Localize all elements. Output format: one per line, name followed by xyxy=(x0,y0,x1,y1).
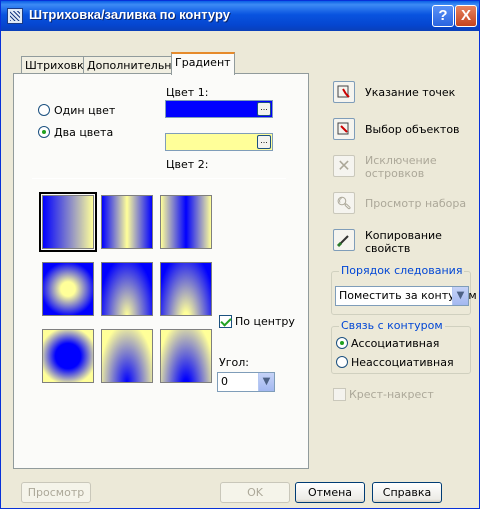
gradient-hemispherical-pattern[interactable] xyxy=(101,262,153,316)
angle-select[interactable]: 0 ▼ xyxy=(217,372,275,392)
divider xyxy=(32,178,286,179)
remove-islands-button[interactable]: ✕ xyxy=(333,155,355,177)
color2-label: Цвет 2: xyxy=(166,158,209,171)
angle-label: Угол: xyxy=(219,356,249,369)
gradient-invcurved-pattern[interactable] xyxy=(160,329,212,383)
tab-gradient[interactable]: Градиент xyxy=(171,52,235,75)
gradient-spherical-pattern[interactable] xyxy=(42,262,94,316)
pick-points-button[interactable] xyxy=(333,81,355,103)
brush-icon xyxy=(336,235,349,248)
magnifier-icon: 🔍︎ xyxy=(336,196,352,210)
nonassociative-label: Неассоциативная xyxy=(351,356,454,369)
centered-label: По центру xyxy=(235,315,295,328)
gradient-curved-pattern[interactable] xyxy=(160,262,212,316)
angle-value: 0 xyxy=(221,375,228,388)
one-color-label: Один цвет xyxy=(54,104,116,117)
gradient-invspherical-pattern[interactable] xyxy=(42,329,94,383)
draw-order-select[interactable]: Поместить за контуром ▼ xyxy=(335,286,477,306)
associative-label: Ассоциативная xyxy=(351,337,440,350)
associative-radio[interactable] xyxy=(336,337,348,349)
title-close-button[interactable]: X xyxy=(455,5,477,27)
hatch-dialog: Штриховка/заливка по контуру ? X Штрихов… xyxy=(0,0,480,509)
two-colors-label: Два цвета xyxy=(54,126,114,139)
gradient-invcylinder-pattern[interactable] xyxy=(160,195,212,249)
draw-order-title: Порядок следования xyxy=(339,264,465,277)
color1-label: Цвет 1: xyxy=(166,86,209,99)
hatch-app-icon xyxy=(7,8,23,24)
pick-points-icon xyxy=(337,85,350,98)
gradient-tab-panel: Цвет 1: Один цвет ... Два цвета ... Цвет… xyxy=(13,73,309,469)
title-bar[interactable]: Штриховка/заливка по контуру ? X xyxy=(1,1,479,31)
gradient-invhemispherical-pattern[interactable] xyxy=(101,329,153,383)
gradient-cylinder-pattern[interactable] xyxy=(101,195,153,249)
title-help-button[interactable]: ? xyxy=(432,5,454,27)
cross-hatch-label: Крест-накрест xyxy=(349,388,434,401)
preview-button[interactable]: Просмотр xyxy=(21,482,91,503)
cross-hatch-checkbox[interactable] xyxy=(333,388,346,401)
gradient-linear-pattern[interactable] xyxy=(39,192,97,252)
inherit-properties-button[interactable] xyxy=(333,229,355,251)
help-button[interactable]: Справка xyxy=(372,482,442,503)
color2-browse-button[interactable]: ... xyxy=(257,135,271,149)
remove-islands-label: Исключение островков xyxy=(365,154,437,180)
select-objects-label: Выбор объектов xyxy=(365,123,460,136)
two-colors-radio[interactable] xyxy=(38,126,50,138)
associativity-title: Связь с контуром xyxy=(339,319,445,332)
select-objects-button[interactable] xyxy=(333,118,355,140)
nonassociative-radio[interactable] xyxy=(336,356,348,368)
one-color-radio[interactable] xyxy=(38,104,50,116)
chevron-down-icon[interactable]: ▼ xyxy=(258,373,274,391)
cancel-button[interactable]: Отмена xyxy=(295,482,365,503)
chevron-down-icon[interactable]: ▼ xyxy=(452,287,468,305)
view-selection-label: Просмотр набора xyxy=(365,197,467,210)
ok-button[interactable]: OK xyxy=(220,482,290,503)
inherit-properties-label: Копирование свойств xyxy=(365,229,442,255)
color1-browse-button[interactable]: ... xyxy=(257,102,271,116)
centered-checkbox[interactable] xyxy=(219,315,232,328)
x-icon: ✕ xyxy=(337,156,351,175)
window-title: Штриховка/заливка по контуру xyxy=(29,7,230,22)
pick-points-label: Указание точек xyxy=(365,86,456,99)
select-objects-icon xyxy=(337,122,349,135)
view-selection-button[interactable]: 🔍︎ xyxy=(333,192,355,214)
